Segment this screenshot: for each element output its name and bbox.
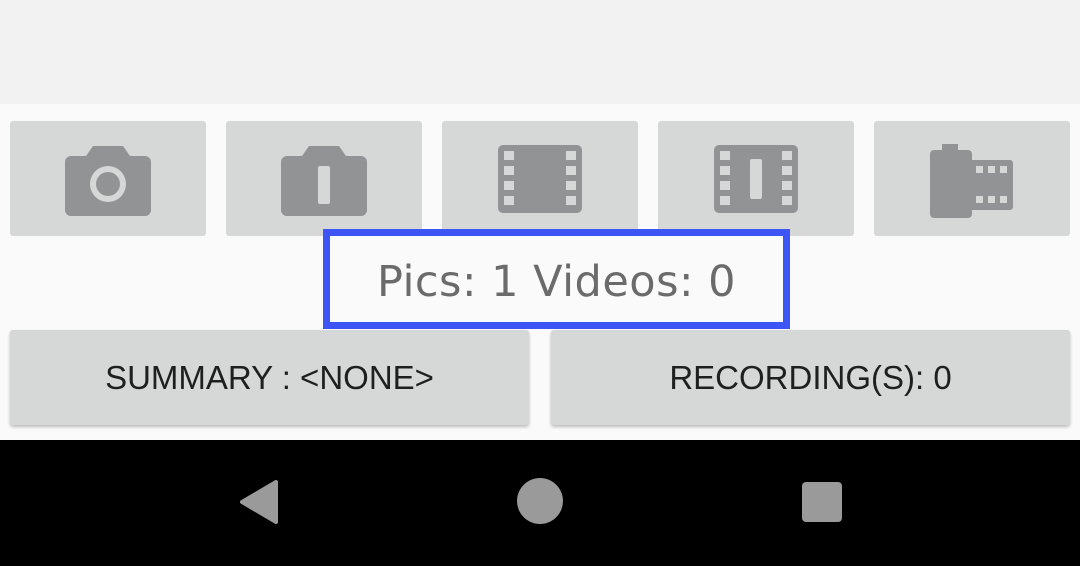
film-roll-button[interactable] <box>874 121 1070 236</box>
home-icon <box>516 477 564 529</box>
camera-pause-icon <box>279 140 369 218</box>
nav-back-button[interactable] <box>228 476 288 532</box>
media-counter-highlight: Pics: 1 Videos: 0 <box>323 229 790 329</box>
take-picture-button[interactable] <box>10 121 206 236</box>
summary-button[interactable]: SUMMARY : <NONE> <box>10 330 529 425</box>
top-empty-area <box>0 0 1080 104</box>
nav-home-button[interactable] <box>509 472 571 534</box>
back-icon <box>236 478 280 530</box>
film-icon <box>496 143 584 215</box>
pause-video-button[interactable] <box>658 121 854 236</box>
recents-icon <box>801 481 843 527</box>
nav-recents-button[interactable] <box>794 476 850 532</box>
media-counter-text: Pics: 1 Videos: 0 <box>376 257 737 307</box>
film-pause-icon <box>712 143 800 215</box>
pause-picture-button[interactable] <box>226 121 422 236</box>
film-roll-icon <box>930 138 1014 220</box>
system-navigation-bar <box>0 440 1080 566</box>
recordings-button[interactable]: RECORDING(S): 0 <box>551 330 1070 425</box>
camera-icon <box>63 140 153 218</box>
record-video-button[interactable] <box>442 121 638 236</box>
